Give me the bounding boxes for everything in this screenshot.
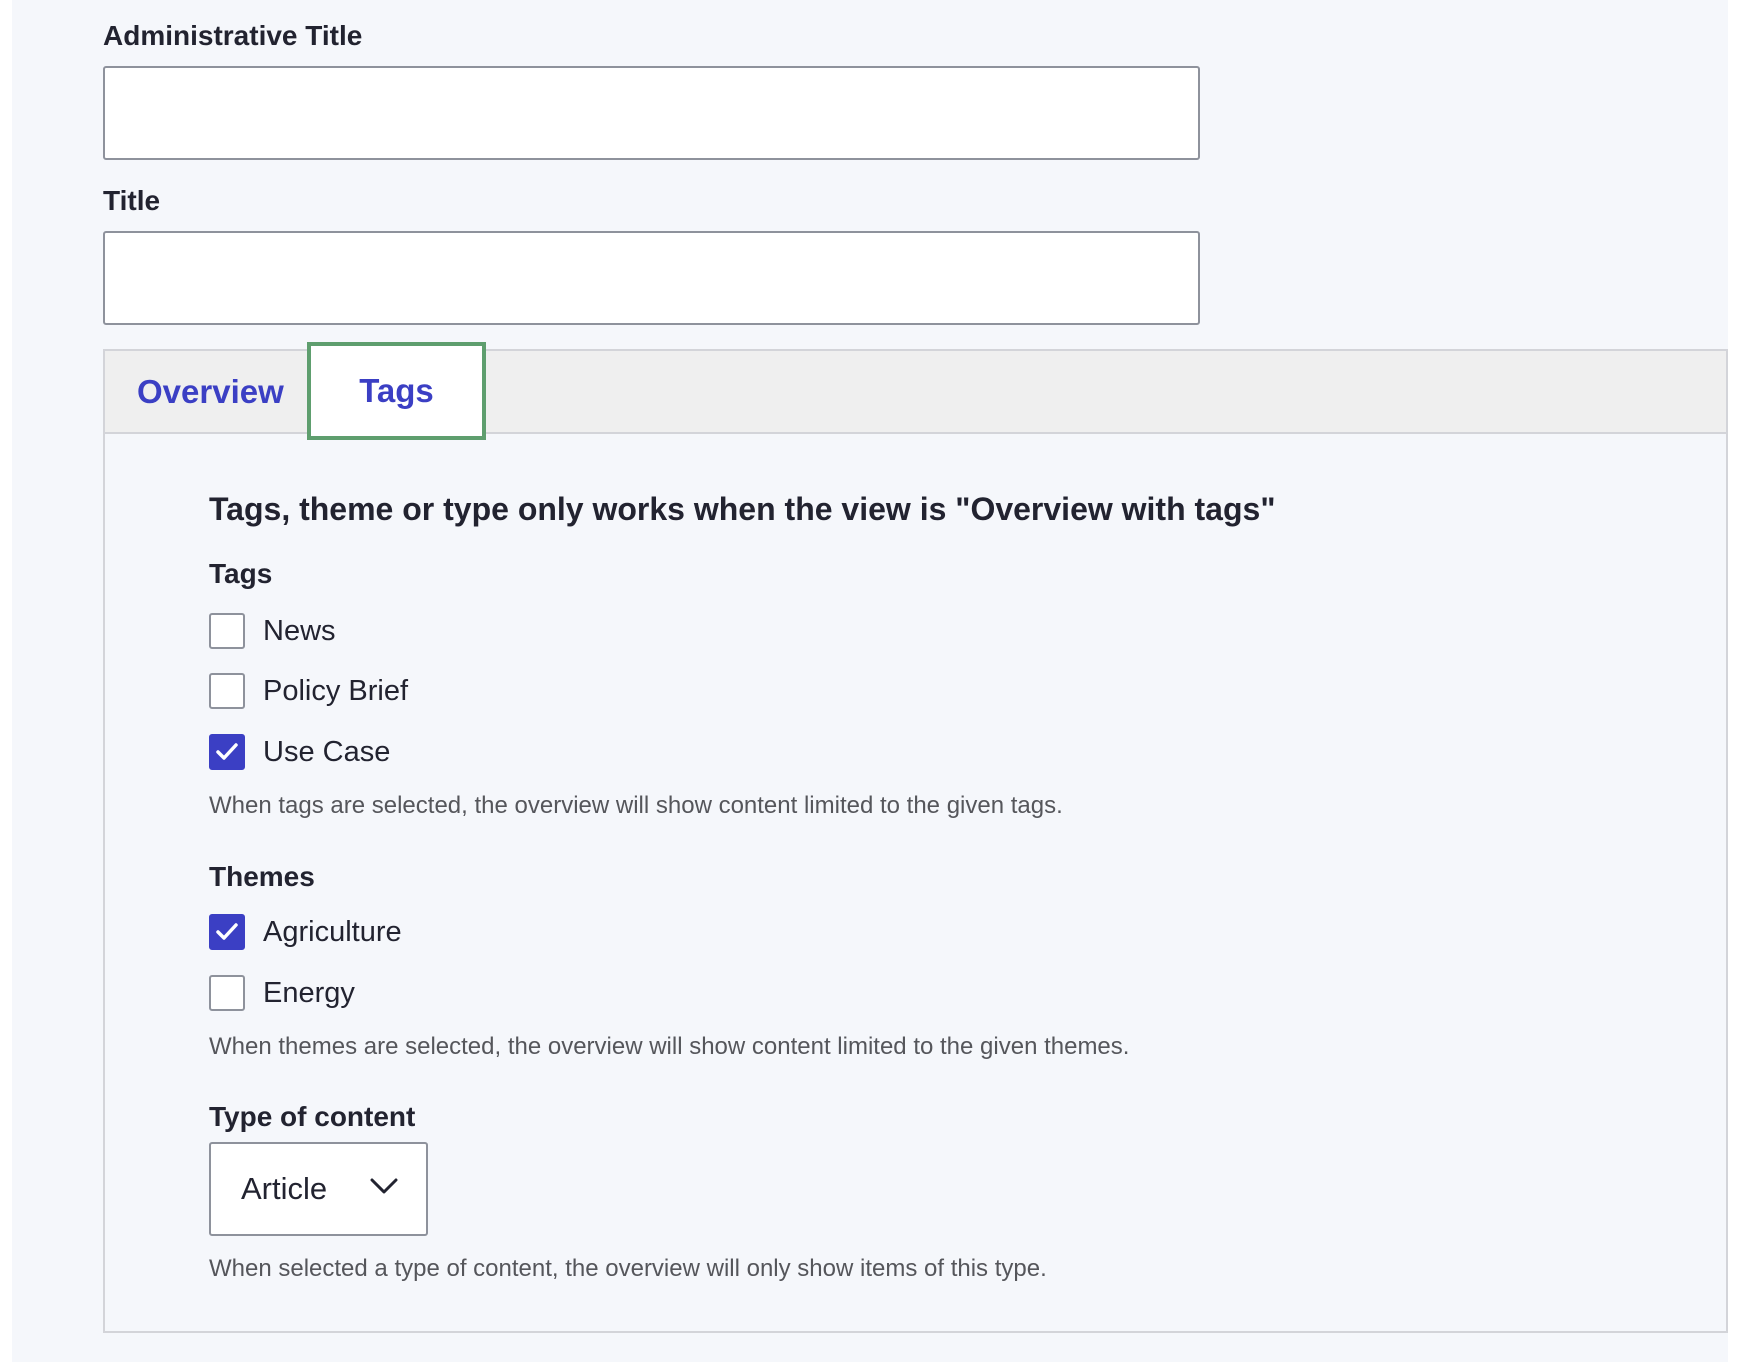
content-type-label: Type of content — [209, 1101, 416, 1132]
tab-overview[interactable]: Overview — [137, 373, 284, 411]
checkbox-box-checked[interactable] — [209, 914, 245, 950]
checkbox-news[interactable]: News — [209, 613, 336, 649]
title-input[interactable] — [103, 231, 1200, 325]
admin-title-label: Administrative Title — [103, 20, 363, 51]
page-background: Administrative Title Title Overview Tags… — [12, 0, 1728, 1362]
checkbox-label: Energy — [263, 976, 355, 1009]
themes-group-label: Themes — [209, 861, 315, 892]
checkbox-label: Policy Brief — [263, 674, 409, 707]
tab-tags-label: Tags — [359, 372, 434, 409]
checkmark-icon — [216, 743, 238, 760]
checkbox-policy-brief[interactable]: Policy Brief — [209, 673, 408, 709]
checkmark-icon — [216, 923, 238, 940]
checkbox-label: Agriculture — [263, 915, 402, 948]
checkbox-use-case[interactable]: Use Case — [209, 734, 390, 770]
select-value: Article — [241, 1171, 328, 1206]
tab-bar: Overview Tags — [105, 342, 1726, 440]
checkbox-label: News — [263, 614, 336, 647]
checkbox-box[interactable] — [209, 975, 245, 1011]
content-type-description: When selected a type of content, the ove… — [209, 1255, 1047, 1282]
panel-heading: Tags, theme or type only works when the … — [209, 491, 1276, 527]
tab-tags[interactable]: Tags — [307, 342, 486, 440]
checkbox-agriculture[interactable]: Agriculture — [209, 914, 402, 950]
title-label: Title — [103, 185, 161, 216]
checkbox-box[interactable] — [209, 613, 245, 649]
themes-description: When themes are selected, the overview w… — [209, 1033, 1130, 1060]
checkbox-box[interactable] — [209, 673, 245, 709]
chevron-down-icon — [370, 1178, 398, 1194]
checkbox-energy[interactable]: Energy — [209, 975, 355, 1011]
admin-title-input[interactable] — [103, 66, 1200, 160]
checkbox-label: Use Case — [263, 735, 391, 768]
tabs-container: Overview Tags Tags, theme or type only w… — [103, 342, 1728, 1333]
tags-group-label: Tags — [209, 558, 273, 589]
content-type-select[interactable]: Article — [209, 1142, 428, 1236]
checkbox-box-checked[interactable] — [209, 734, 245, 770]
tags-description: When tags are selected, the overview wil… — [209, 792, 1063, 819]
